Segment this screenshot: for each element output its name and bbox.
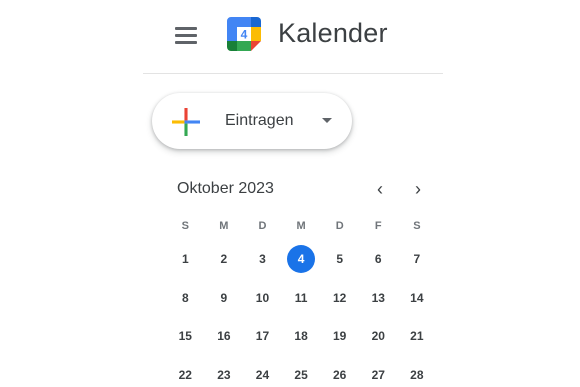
header-divider	[143, 73, 443, 74]
weekday-label: M	[219, 220, 229, 232]
hamburger-menu-icon	[175, 27, 197, 44]
calendar-day[interactable]: 17	[243, 317, 282, 356]
calendar-day[interactable]: 12	[320, 279, 359, 318]
main-menu-button[interactable]	[166, 17, 206, 53]
weekday-label: S	[413, 220, 421, 232]
calendar-day[interactable]: 24	[243, 356, 282, 387]
weekday-label: D	[335, 220, 344, 232]
chevron-right-icon[interactable]: ›	[406, 176, 430, 202]
calendar-day[interactable]: 7	[398, 240, 437, 279]
calendar-day[interactable]: 6	[359, 240, 398, 279]
create-button-label: Eintragen	[225, 112, 294, 129]
calendar-day[interactable]: 1	[166, 240, 205, 279]
calendar-day[interactable]: 5	[320, 240, 359, 279]
calendar-sidebar: 4 Kalender Eintragen Oktober 2023 ‹ › S …	[0, 0, 580, 387]
calendar-logo-icon[interactable]: 4	[224, 14, 264, 54]
calendar-day[interactable]: 19	[320, 317, 359, 356]
calendar-day[interactable]: 9	[205, 279, 244, 318]
logo-day-number: 4	[241, 28, 248, 42]
calendar-day[interactable]: 15	[166, 317, 205, 356]
chevron-left-icon[interactable]: ‹	[368, 176, 392, 202]
calendar-day[interactable]: 11	[282, 279, 321, 318]
calendar-day[interactable]: 13	[359, 279, 398, 318]
colorful-plus-icon	[172, 108, 200, 136]
mini-calendar-month: Oktober 2023	[177, 180, 274, 197]
caret-down-icon[interactable]	[322, 118, 332, 123]
calendar-day[interactable]: 20	[359, 317, 398, 356]
calendar-day[interactable]: 16	[205, 317, 244, 356]
calendar-day[interactable]: 8	[166, 279, 205, 318]
app-title: Kalender	[278, 18, 388, 48]
calendar-day[interactable]: 22	[166, 356, 205, 387]
weekday-label: S	[181, 220, 189, 232]
calendar-day[interactable]: 23	[205, 356, 244, 387]
weekday-label: F	[374, 220, 382, 232]
calendar-day[interactable]: 3	[243, 240, 282, 279]
calendar-day[interactable]: 21	[398, 317, 437, 356]
calendar-day[interactable]: 2	[205, 240, 244, 279]
calendar-day-today[interactable]: 4	[282, 240, 321, 279]
weekday-label: M	[296, 220, 306, 232]
weekday-label: D	[258, 220, 267, 232]
mini-calendar-grid: S M D M D F S 1 2 3 4 5 6 7 8 9 10 11 12…	[166, 212, 436, 387]
create-event-button[interactable]: Eintragen	[152, 93, 352, 149]
calendar-day[interactable]: 27	[359, 356, 398, 387]
calendar-day[interactable]: 14	[398, 279, 437, 318]
calendar-day[interactable]: 26	[320, 356, 359, 387]
calendar-day[interactable]: 10	[243, 279, 282, 318]
calendar-day[interactable]: 18	[282, 317, 321, 356]
calendar-day[interactable]: 28	[398, 356, 437, 387]
calendar-day[interactable]: 25	[282, 356, 321, 387]
